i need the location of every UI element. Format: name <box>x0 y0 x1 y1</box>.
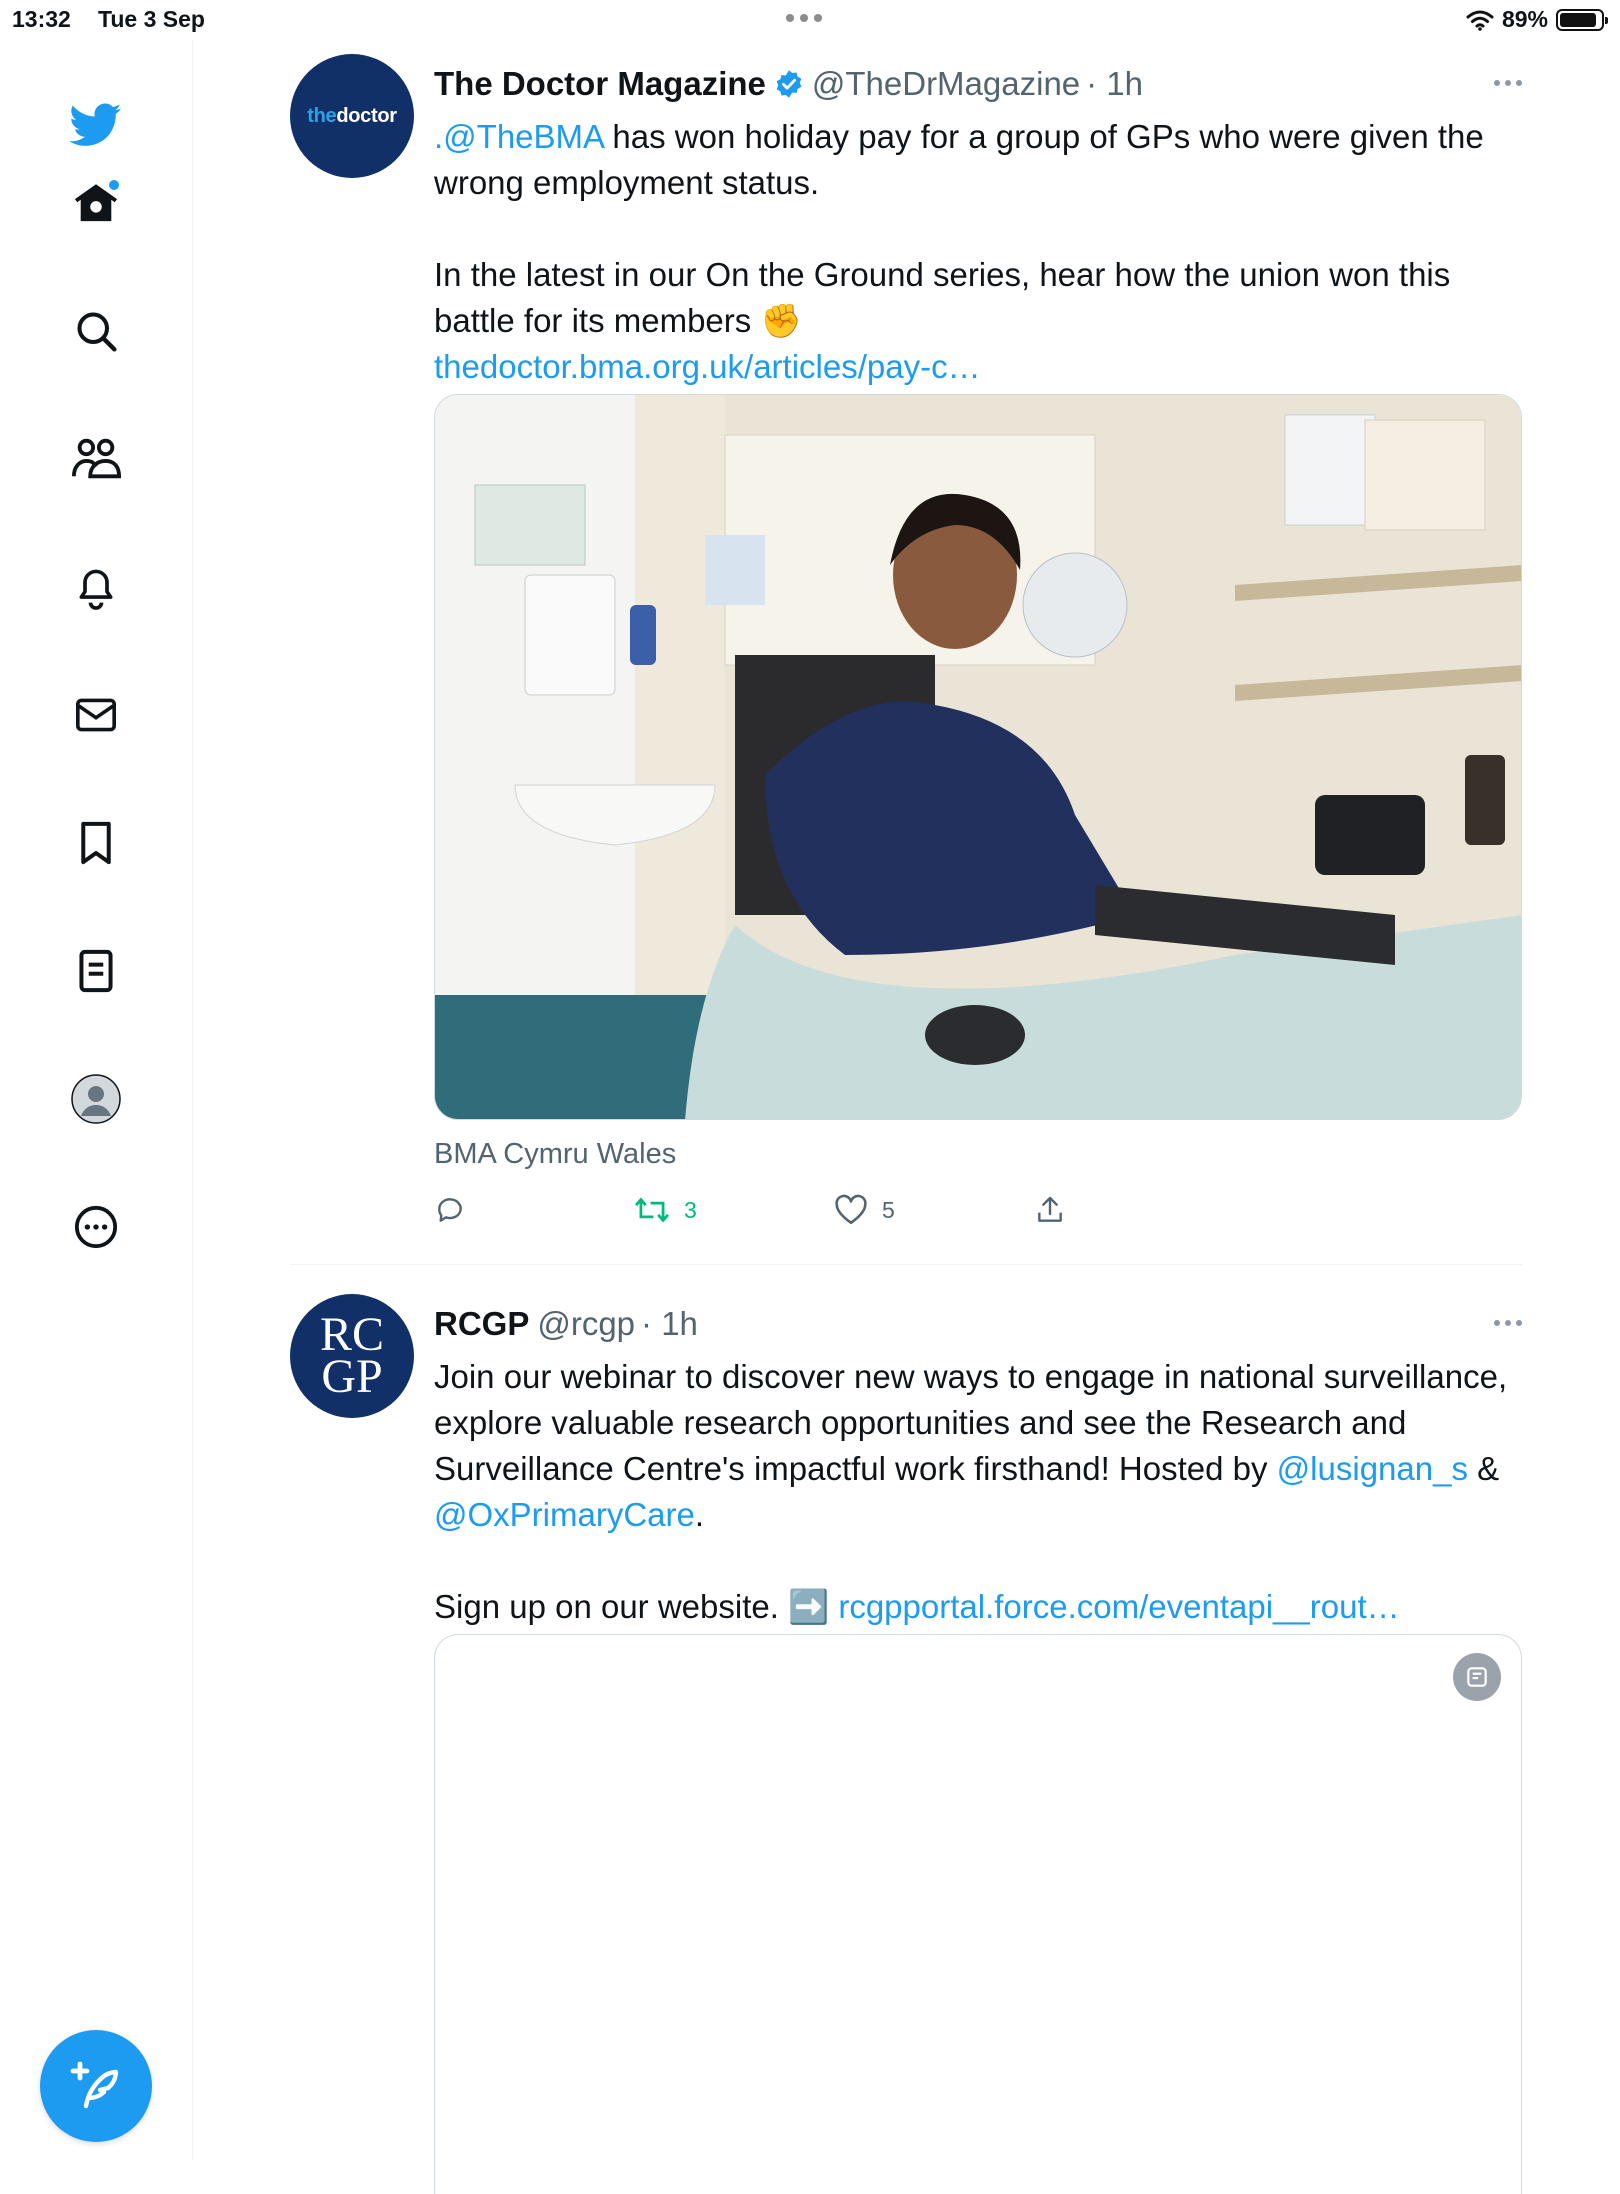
battery-percent: 89% <box>1501 6 1548 32</box>
verified-badge-icon <box>776 70 802 98</box>
share-icon <box>1038 1196 1062 1222</box>
mention-link[interactable]: .@TheBMA <box>434 118 603 155</box>
compose-tweet-button[interactable] <box>40 2030 152 2142</box>
sidebar-item-messages[interactable] <box>63 682 129 748</box>
avatar[interactable]: the doctor <box>290 54 414 178</box>
tweet-text: .@TheBMA has won holiday pay for a group… <box>434 114 1522 206</box>
battery-icon <box>1556 8 1608 31</box>
twitter-logo-icon[interactable] <box>63 92 129 158</box>
avatar-icon <box>71 1074 121 1124</box>
author-name[interactable]: The Doctor Magazine <box>434 65 766 103</box>
avatar-logo-line2: GP <box>321 1350 383 1403</box>
tweet-body: The Doctor Magazine @TheDrMagazine · 1h … <box>434 54 1522 1225</box>
share-button[interactable] <box>1034 1194 1066 1226</box>
like-button[interactable]: 5 <box>834 1194 895 1226</box>
more-options-icon[interactable] <box>1494 80 1522 86</box>
tweet-actions: 3 5 <box>434 1194 1134 1234</box>
tweet-timestamp[interactable]: · 1h <box>1086 65 1143 103</box>
wifi-icon <box>1466 10 1494 31</box>
tweet-url-link[interactable]: rcgpportal.force.com/eventapi__rout… <box>838 1588 1399 1625</box>
notification-dot <box>109 180 119 190</box>
more-options-icon[interactable] <box>1494 1320 1522 1326</box>
tweet-header: The Doctor Magazine @TheDrMagazine · 1h <box>434 54 1522 114</box>
feather-plus-icon <box>70 2061 119 2109</box>
heart-icon <box>835 1194 867 1225</box>
bell-icon <box>79 569 113 610</box>
sidebar-item-bookmarks[interactable] <box>63 810 129 876</box>
list-icon <box>79 949 113 993</box>
sidebar-item-communities[interactable] <box>63 426 129 492</box>
mention-link[interactable]: @OxPrimaryCare <box>434 1496 695 1533</box>
avatar-logo-the: the <box>307 104 337 127</box>
more-circle-icon <box>74 1205 118 1249</box>
clinic-photo <box>435 395 1521 1119</box>
tweet-body: RCGP @rcgp · 1h Join our webinar to disc… <box>434 1294 1522 2194</box>
tweet-text: Join our webinar to discover new ways to… <box>434 1354 1522 1538</box>
tweet-text-part: & <box>1467 1450 1500 1487</box>
sidebar-item-home[interactable] <box>63 170 129 236</box>
mention-link[interactable]: @lusignan_s <box>1277 1450 1468 1487</box>
status-date: Tue 3 Sep <box>98 6 205 32</box>
tweet-header: RCGP @rcgp · 1h <box>434 1294 1522 1354</box>
status-indicators: 89% <box>1466 6 1608 33</box>
tweet-text-part: . <box>694 1496 705 1533</box>
people-icon <box>71 438 121 479</box>
sidebar-item-notifications[interactable] <box>63 554 129 620</box>
reply-icon <box>438 1198 462 1222</box>
sidebar <box>0 40 193 2160</box>
avatar[interactable]: RC GP <box>290 1294 414 1418</box>
reply-button[interactable] <box>434 1194 466 1226</box>
retweet-count: 3 <box>684 1196 697 1223</box>
like-count: 5 <box>882 1196 895 1223</box>
alt-media-icon[interactable] <box>1453 1653 1501 1701</box>
sidebar-item-lists[interactable] <box>63 938 129 1004</box>
retweet-icon <box>635 1197 669 1223</box>
tweet-url-link[interactable]: thedoctor.bma.org.uk/articles/pay-c… <box>434 348 981 385</box>
tweet-text-paragraph: In the latest in our On the Ground serie… <box>434 256 1451 339</box>
retweet-button[interactable]: 3 <box>634 1194 697 1226</box>
sidebar-item-more[interactable] <box>63 1194 129 1260</box>
link-card[interactable] <box>434 1634 1522 2194</box>
author-name[interactable]: RCGP <box>434 1305 529 1343</box>
author-handle[interactable]: @rcgp <box>537 1305 635 1343</box>
multitasking-dots[interactable] <box>786 14 822 22</box>
tweet-divider <box>290 1264 1522 1265</box>
bookmark-icon <box>81 821 111 865</box>
author-handle[interactable]: @TheDrMagazine <box>812 65 1080 103</box>
sidebar-item-profile[interactable] <box>63 1066 129 1132</box>
tweet[interactable]: RC GP RCGP @rcgp · 1h Join our webinar t… <box>290 1294 1522 2194</box>
sidebar-item-explore[interactable] <box>63 298 129 364</box>
tweet-text-part: Sign up on our website. ➡️ <box>434 1588 839 1625</box>
media-caption[interactable]: BMA Cymru Wales <box>434 1138 676 1171</box>
status-bar: 13:32 Tue 3 Sep 89% <box>0 0 1620 40</box>
avatar-logo-doctor: doctor <box>336 104 397 127</box>
status-time: 13:32 <box>12 6 71 32</box>
tweet[interactable]: the doctor The Doctor Magazine @TheDrMaga… <box>290 54 1522 1225</box>
tweet-media-image[interactable] <box>434 394 1522 1120</box>
tweet-timestamp[interactable]: · 1h <box>641 1305 698 1343</box>
tweet-text-paragraph: Sign up on our website. ➡️ rcgpportal.fo… <box>434 1584 1522 1630</box>
mail-icon <box>76 698 116 732</box>
search-icon <box>77 312 117 352</box>
